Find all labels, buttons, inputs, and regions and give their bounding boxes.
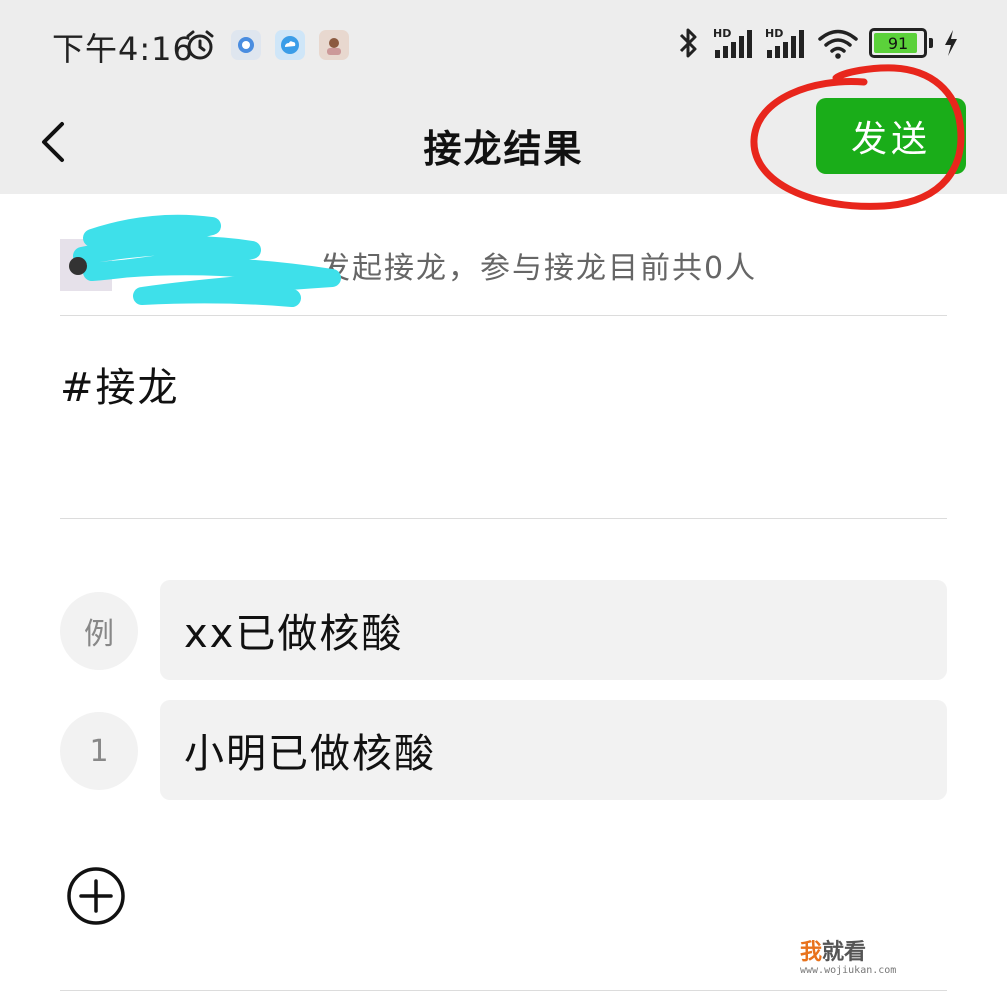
divider: [60, 990, 947, 991]
initiator-text: 发起接龙，参与接龙目前共0人: [320, 251, 758, 286]
entry-index-badge: 例: [60, 592, 138, 670]
status-bar: 下午4:16 HD HD 91: [0, 0, 1007, 90]
status-time: 下午4:16: [52, 30, 194, 68]
entry-row-example: 例: [60, 580, 947, 680]
send-button[interactable]: 发送: [816, 98, 966, 174]
notification-icons: [183, 28, 349, 62]
charging-bolt-icon: [945, 30, 957, 56]
topic-text[interactable]: #接龙: [60, 355, 180, 413]
wifi-icon: [818, 29, 858, 59]
svg-text:HD: HD: [713, 27, 731, 40]
battery-icon: 91: [869, 28, 927, 58]
battery-percentage: 91: [887, 33, 909, 53]
entry-index-badge: 1: [60, 712, 138, 790]
alarm-clock-icon: [186, 30, 214, 60]
svg-text:HD: HD: [765, 27, 783, 40]
navigation-bar: 接龙结果 发送: [0, 90, 1007, 194]
signal-strength-icon: HD: [765, 27, 804, 58]
example-entry-field[interactable]: [160, 580, 947, 680]
watermark: 我就看 www.wojiukan.com: [800, 942, 896, 976]
initiator-info: 发起接龙，参与接龙目前共0人: [60, 230, 947, 300]
signal-strength-icon: HD: [713, 27, 752, 58]
bluetooth-icon: [679, 28, 697, 58]
avatar: [60, 239, 112, 291]
app-notification-icon: [231, 30, 261, 60]
divider: [60, 518, 947, 519]
entry-field-1[interactable]: [160, 700, 947, 800]
contact-avatar-icon: [319, 30, 349, 60]
battery-cap: [929, 38, 933, 48]
plus-circle-icon[interactable]: [66, 866, 126, 926]
entry-row-1: 1: [60, 700, 947, 800]
cloud-app-icon: [275, 30, 305, 60]
divider: [60, 315, 947, 316]
status-indicators: HD HD 91: [673, 26, 959, 60]
watermark-url: www.wojiukan.com: [800, 965, 897, 976]
watermark-logo: 我就看: [800, 940, 867, 965]
